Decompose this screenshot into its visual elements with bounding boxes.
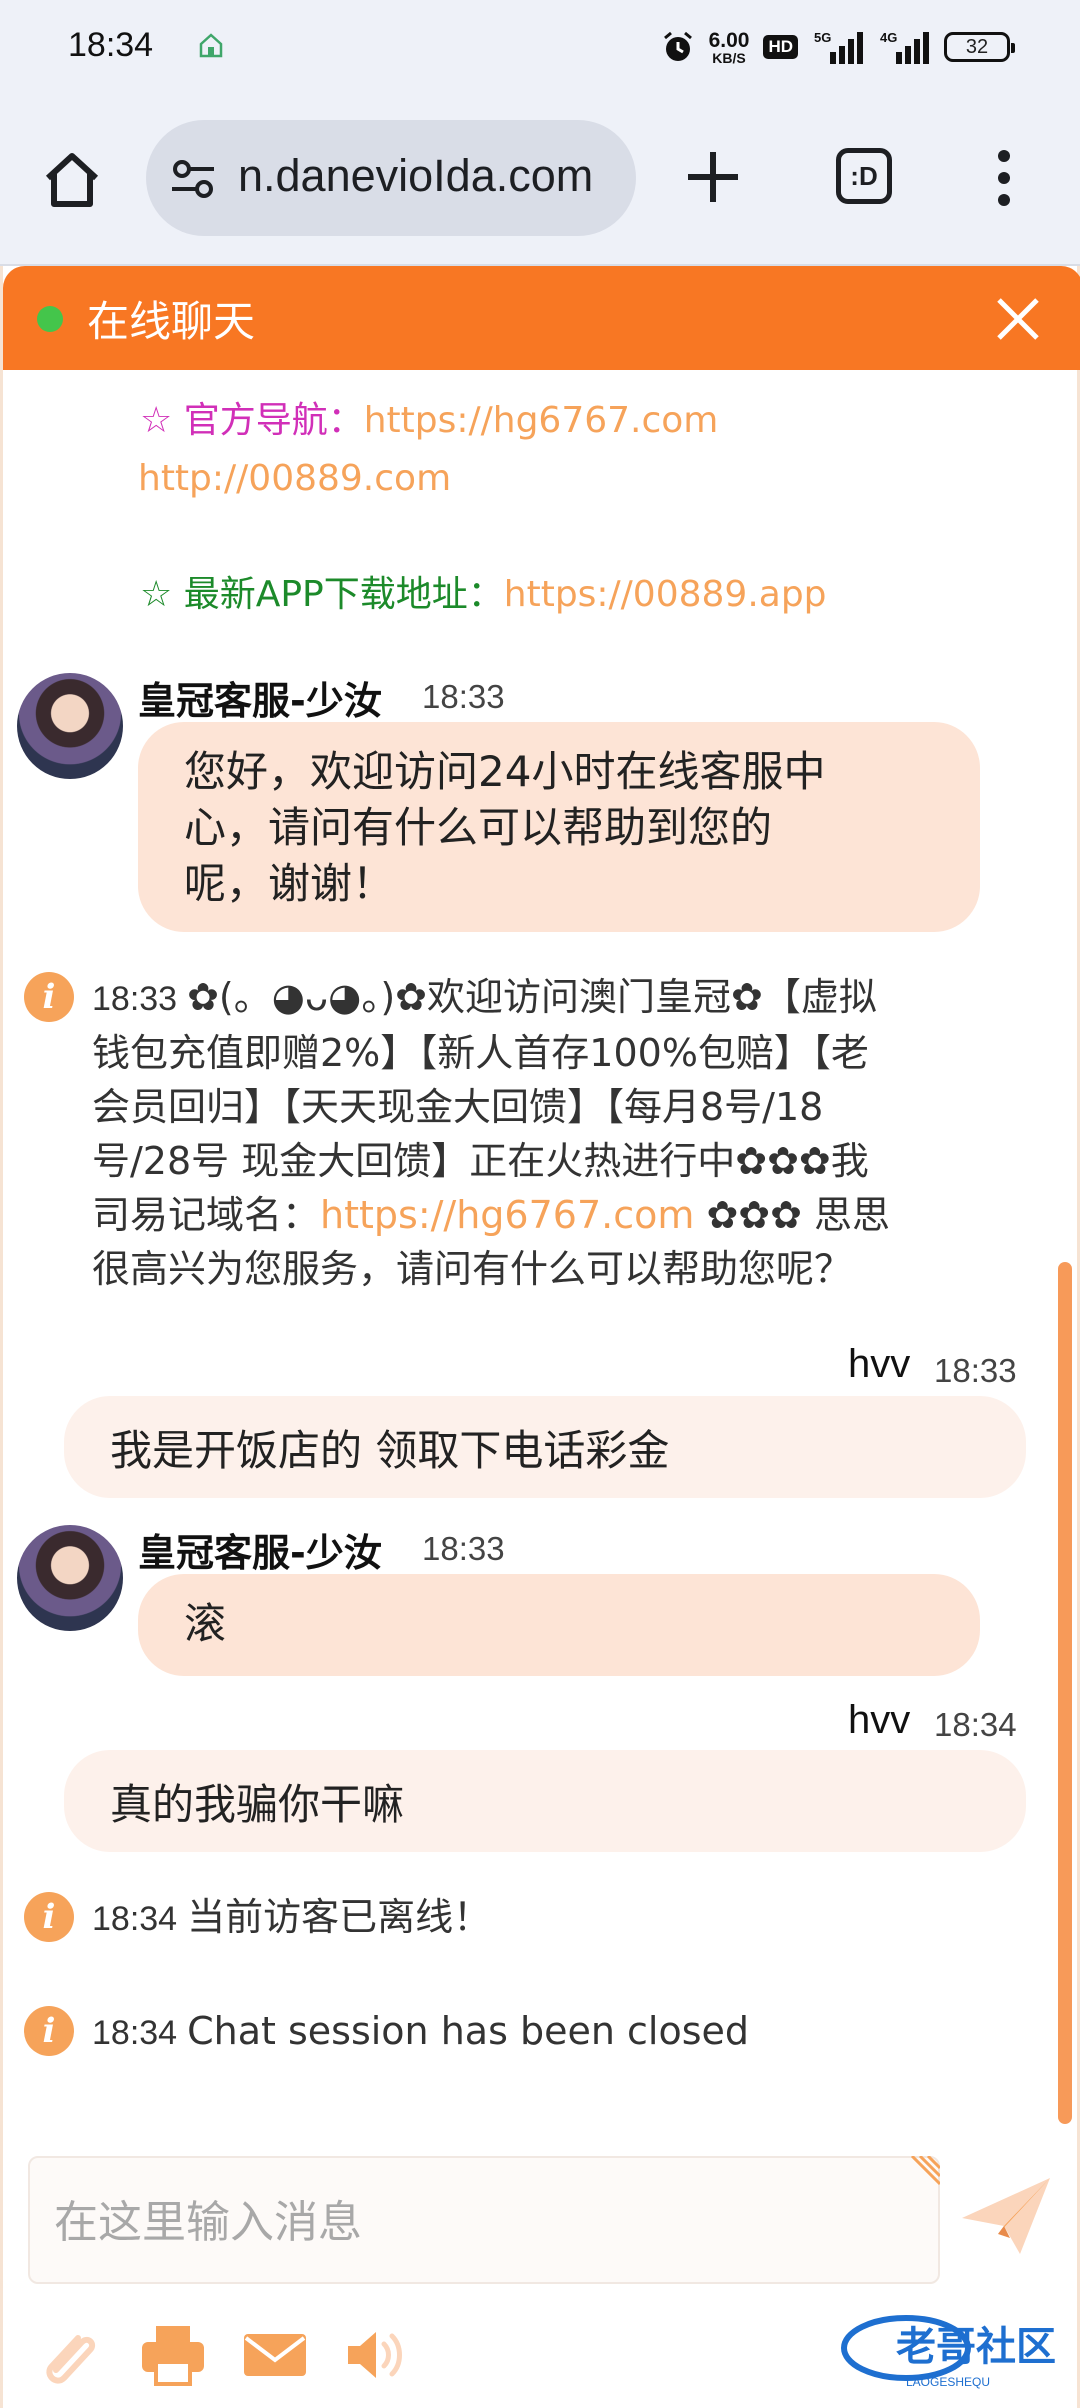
message-time: 18:33 <box>422 678 505 715</box>
notice-link[interactable]: http://00889.com <box>138 450 451 508</box>
svg-text:LAOGESHEQU: LAOGESHEQU <box>906 2375 990 2389</box>
svg-text:4G: 4G <box>880 30 897 45</box>
watermark-logo: 老哥社区 LAOGESHEQU <box>841 2315 1056 2389</box>
signal-5g-icon: 5G <box>814 30 863 64</box>
agent-name: 皇冠客服-少汝 <box>138 679 382 723</box>
plus-icon[interactable] <box>680 144 746 210</box>
system-welcome-message: 18:33 ✿(。◕ᴗ◕。)✿欢迎访问澳门皇冠✿【虚拟 钱包充值即赠2%】【新人首… <box>92 975 891 1291</box>
tabs-button[interactable]: :D <box>836 148 892 204</box>
notice-app-download: ☆ 最新APP下载地址：https://00889.app <box>140 574 827 615</box>
chat-header: 在线聊天 <box>3 266 1080 370</box>
user-name: hvv <box>848 1342 911 1386</box>
message-time: 18:34 <box>934 1706 1017 1743</box>
home-notification-icon <box>199 33 223 58</box>
message-time: 18:33 <box>934 1352 1017 1389</box>
agent-message-bubble: 您好，欢迎访问24小时在线客服中 心，请问有什么可以帮助到您的 呢，谢谢！ <box>138 722 980 932</box>
tune-icon[interactable] <box>168 154 218 204</box>
agent-avatar <box>17 673 123 779</box>
resize-handle-icon[interactable] <box>906 2156 940 2190</box>
mail-icon[interactable] <box>240 2320 310 2390</box>
alarm-icon <box>663 31 692 61</box>
sound-icon[interactable] <box>342 2320 412 2390</box>
message-text-line: 心，请问有什么可以帮助到您的 <box>184 803 773 852</box>
message-text: 我是开饭店的 领取下电话彩金 <box>110 1425 670 1475</box>
system-message: 18:34 Chat session has been closed <box>92 2009 750 2053</box>
hd-badge: HD <box>763 35 798 59</box>
chat-title: 在线聊天 <box>87 297 256 346</box>
browser-toolbar: n.danevioIda.com :D <box>0 96 1080 266</box>
close-icon[interactable] <box>993 294 1043 344</box>
notice-link[interactable]: https://00889.app <box>504 574 827 615</box>
message-text: 滚 <box>184 1599 227 1648</box>
info-icon: i <box>24 2006 74 2056</box>
home-icon[interactable] <box>40 148 104 212</box>
agent-name: 皇冠客服-少汝 <box>138 1531 382 1575</box>
message-time: 18:33 <box>92 980 178 1018</box>
svg-text:5G: 5G <box>814 30 831 45</box>
message-input[interactable] <box>54 2182 914 2262</box>
status-bar: 18:34 6.00 KB/S HD 5G 4G 32 <box>0 0 1080 96</box>
info-icon: i <box>24 1892 74 1942</box>
signal-4g-icon: 4G <box>880 30 929 64</box>
network-speed: 6.00 KB/S <box>708 28 750 66</box>
user-message-bubble: 我是开饭店的 领取下电话彩金 <box>64 1396 1026 1498</box>
agent-avatar <box>17 1525 123 1631</box>
status-time: 18:34 <box>68 26 154 64</box>
message-input-box[interactable] <box>28 2156 940 2284</box>
more-icon[interactable] <box>992 146 1016 210</box>
send-icon[interactable] <box>958 2168 1054 2264</box>
user-message-bubble: 真的我骗你干嘛 <box>64 1750 1026 1852</box>
address-bar[interactable]: n.danevioIda.com <box>146 120 636 236</box>
online-status-dot <box>37 306 63 332</box>
domain-link[interactable]: https://hg6767.com <box>320 1193 694 1237</box>
message-time: 18:33 <box>422 1530 505 1567</box>
message-text-line: 呢，谢谢！ <box>184 859 395 908</box>
svg-text:老哥社区: 老哥社区 <box>896 2324 1056 2370</box>
message-text-line: 您好，欢迎访问24小时在线客服中 <box>184 747 826 796</box>
agent-message-bubble: 滚 <box>138 1574 980 1676</box>
attach-icon[interactable] <box>36 2320 106 2390</box>
user-name: hvv <box>848 1698 911 1742</box>
battery-indicator: 32 <box>944 32 1015 62</box>
url-text[interactable]: n.danevioIda.com <box>238 150 593 202</box>
print-icon[interactable] <box>138 2320 208 2390</box>
notice-official-nav: ☆ 官方导航：https://hg6767.com <box>140 400 719 441</box>
chat-scrollbar[interactable] <box>1058 1262 1072 2124</box>
info-icon: i <box>24 972 74 1022</box>
system-message: 18:34 当前访客已离线！ <box>92 1895 492 1939</box>
notice-link[interactable]: https://hg6767.com <box>364 400 719 441</box>
message-text: 真的我骗你干嘛 <box>110 1779 405 1829</box>
